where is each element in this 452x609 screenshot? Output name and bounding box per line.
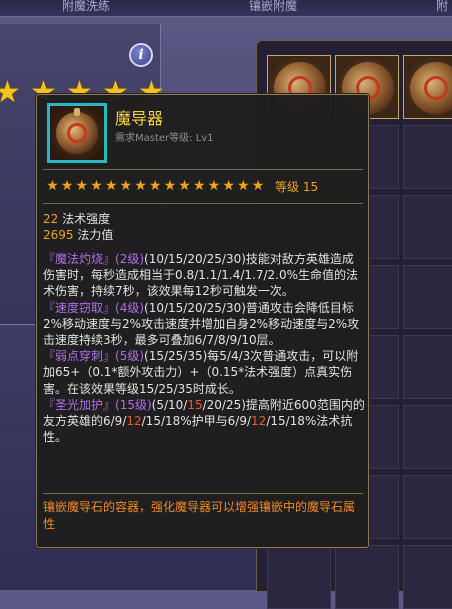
item-description: 镶嵌魔导石的容器，强化魔导器可以增强镶嵌中的魔导石属性 (43, 500, 356, 531)
inventory-slot[interactable] (403, 265, 452, 329)
star-icon: ★ (46, 178, 59, 194)
star-icon: ★ (0, 75, 21, 110)
divider (43, 169, 363, 170)
item-name: 魔导器 (115, 109, 164, 128)
inventory-slot[interactable] (403, 55, 452, 119)
skill-list: 『魔法灼烧』(2级)(10/15/20/25/30)技能对敌方英雄造成伤害时，每… (43, 251, 365, 445)
star-icon: ★ (134, 178, 147, 194)
inventory-slot[interactable] (267, 545, 331, 609)
skill-entry: 『圣光加护』(15级)(5/10/15/20/25)提高附近600范围内的友方英… (43, 397, 365, 445)
stat-mana: 2695 法力值 (43, 228, 114, 242)
star-icon: ★ (207, 178, 221, 194)
skill-entry: 『弱点穿刺』(5级)(15/25/35)每5/4/3次普通攻击，可以附加65+（… (43, 349, 359, 396)
item-stats: 22 法术强度 2695 法力值 (43, 211, 365, 243)
star-icon: ★ (148, 178, 162, 194)
item-level: 等级 15 (275, 180, 319, 194)
star-icon: ★ (192, 178, 206, 194)
inventory-slot[interactable] (403, 125, 452, 189)
star-icon: ★ (60, 178, 74, 194)
star-icon: ★ (178, 178, 191, 194)
star-icon: ★ (237, 178, 250, 194)
item-tooltip: 魔导器 需求Master等级: Lv1 ★ ★ ★ ★ ★ ★ ★ ★ ★ ★ ★ ★ ★ ★ ★ 等级 1… (36, 94, 369, 548)
tab-enchant-extra[interactable]: 附 (436, 0, 448, 14)
inventory-slot[interactable] (403, 475, 452, 539)
inventory-slot[interactable] (335, 545, 399, 609)
inventory-slot[interactable] (403, 335, 452, 399)
star-icon: ★ (119, 178, 133, 194)
inventory-slot[interactable] (403, 545, 452, 609)
magic-device-icon (56, 108, 98, 154)
skill-entry: 『速度窃取』(4级)(10/15/20/25/30)普通攻击会降低目标2%移动速… (43, 300, 360, 348)
tab-enchant-refine[interactable]: 附魔洗练 (62, 0, 110, 14)
inventory-slot[interactable] (403, 195, 452, 259)
item-requirement: 需求Master等级: Lv1 (115, 133, 214, 144)
star-icon: ★ (251, 178, 265, 194)
star-icon: ★ (75, 178, 88, 194)
star-rating: ★ ★ ★ ★ ★ ★ ★ ★ ★ ★ ★ ★ ★ ★ ★ (45, 178, 265, 194)
star-icon: ★ (163, 178, 177, 194)
divider (43, 203, 363, 204)
divider (43, 493, 363, 494)
star-icon: ★ (222, 178, 235, 194)
star-icon: ★ (90, 178, 103, 194)
item-icon-frame (47, 103, 107, 163)
inventory-slot[interactable] (403, 405, 452, 469)
tab-bar: 附魔洗练 镶嵌附魔 附 (0, 0, 452, 17)
star-icon: ★ (104, 178, 118, 194)
skill-entry: 『魔法灼烧』(2级)(10/15/20/25/30)技能对敌方英雄造成伤害时，每… (43, 252, 358, 299)
tab-inlay-enchant[interactable]: 镶嵌附魔 (249, 0, 297, 14)
info-icon[interactable]: i (129, 43, 153, 67)
magic-device-icon (410, 62, 452, 114)
stat-spell-power: 22 法术强度 (43, 212, 111, 226)
